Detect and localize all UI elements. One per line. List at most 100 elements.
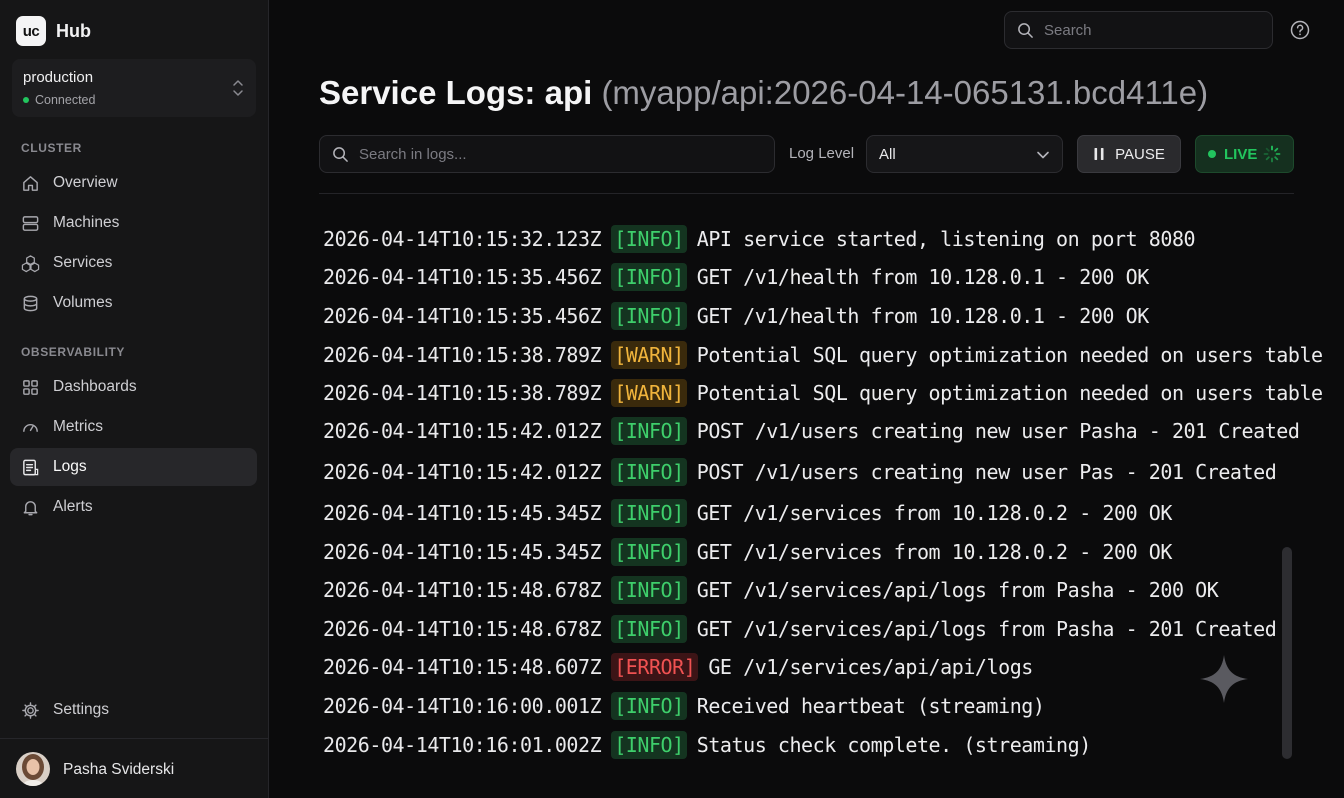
pause-icon (1094, 148, 1104, 160)
avatar (16, 752, 50, 786)
log-timestamp: 2026-04-14T10:15:45.345Z (323, 501, 602, 525)
log-level-label: Log Level (789, 145, 855, 162)
log-level-select[interactable]: All (866, 135, 1063, 173)
home-icon (23, 175, 38, 191)
user-menu[interactable]: Pasha Sviderski (0, 738, 269, 798)
section-label-observability: OBSERVABILITY (21, 345, 126, 359)
sidebar: uc Hub production Connected CLUSTER Over… (0, 0, 269, 798)
log-level-badge: [INFO] (611, 417, 687, 445)
log-level-badge: [INFO] (611, 458, 687, 486)
log-timestamp: 2026-04-14T10:16:01.002Z (323, 733, 602, 757)
log-line: 2026-04-14T10:15:38.789Z [WARN] Potential … (323, 339, 1323, 371)
sidebar-item-label: Settings (53, 701, 110, 718)
log-level-badge: [INFO] (611, 499, 687, 527)
sidebar-item-label: Machines (53, 214, 120, 231)
log-level-badge: [INFO] (611, 538, 687, 566)
log-timestamp: 2026-04-14T10:16:00.001Z (323, 694, 602, 718)
environment-name: production (23, 69, 94, 86)
log-line: 2026-04-14T10:15:32.123Z [INFO] API servic… (323, 223, 1196, 255)
divider (319, 193, 1294, 194)
log-message: GET /v1/health from 10.128.0.1 - 200 OK (696, 304, 1150, 328)
log-line: 2026-04-14T10:15:45.345Z [INFO] GET /v1/se… (323, 497, 1172, 529)
log-line: 2026-04-14T10:15:48.607Z [ERROR] GE /v1/se… (323, 651, 1033, 683)
section-label-cluster: CLUSTER (21, 141, 82, 155)
log-timestamp: 2026-04-14T10:15:35.456Z (323, 304, 602, 328)
chevron-up-down-icon (233, 80, 243, 96)
search-icon (1018, 22, 1033, 38)
live-label: LIVE (1224, 145, 1258, 163)
grid-icon (23, 379, 38, 395)
log-message: POST /v1/users creating new user Pasha -… (696, 419, 1300, 443)
live-dot-icon (1208, 150, 1216, 158)
log-level-badge: [ERROR] (611, 653, 699, 681)
global-search-input[interactable] (1044, 21, 1244, 39)
sidebar-item-metrics[interactable]: Metrics (10, 408, 257, 446)
services-icon (21, 254, 40, 272)
chevron-down-icon (1037, 151, 1049, 159)
app-name: Hub (56, 20, 91, 41)
sidebar-item-alerts[interactable]: Alerts (10, 488, 257, 526)
log-level-badge: [INFO] (611, 615, 687, 643)
log-level-badge: [INFO] (611, 302, 687, 330)
log-message: GET /v1/services from 10.128.0.2 - 200 O… (696, 540, 1173, 564)
log-timestamp: 2026-04-14T10:15:42.012Z (323, 460, 602, 484)
log-timestamp: 2026-04-14T10:15:35.456Z (323, 265, 602, 289)
sidebar-item-settings[interactable]: Settings (10, 691, 257, 729)
page-title: Service Logs: api (myapp/api:2026-04-14-… (319, 74, 1208, 112)
log-level-badge: [INFO] (611, 692, 687, 720)
log-message: POST /v1/users creating new user Pas - 2… (696, 460, 1277, 484)
sidebar-item-services[interactable]: Services (10, 244, 257, 282)
log-line: 2026-04-14T10:15:48.678Z [INFO] GET /v1/se… (323, 613, 1277, 645)
brand[interactable]: uc Hub (16, 16, 91, 46)
log-message: GET /v1/health from 10.128.0.1 - 200 OK (696, 265, 1150, 289)
search-icon (333, 146, 348, 162)
log-timestamp: 2026-04-14T10:15:38.789Z (323, 343, 602, 367)
spinner-icon (1263, 145, 1281, 163)
environment-switcher[interactable]: production Connected (12, 59, 256, 117)
bell-icon (23, 500, 38, 515)
log-timestamp: 2026-04-14T10:15:48.678Z (323, 617, 602, 641)
sidebar-item-label: Overview (53, 174, 118, 191)
sidebar-item-overview[interactable]: Overview (10, 164, 257, 202)
log-message: Potential SQL query optimization needed … (696, 381, 1323, 405)
log-line: 2026-04-14T10:15:48.678Z [INFO] GET /v1/se… (323, 574, 1219, 606)
log-timestamp: 2026-04-14T10:15:45.345Z (323, 540, 602, 564)
gauge-icon (23, 423, 38, 432)
log-line: 2026-04-14T10:15:42.012Z [INFO] POST /v1/u… (323, 456, 1277, 488)
log-search[interactable] (319, 135, 775, 173)
sidebar-item-label: Services (53, 254, 113, 271)
log-level-badge: [WARN] (611, 341, 687, 369)
log-scrollbar[interactable] (1282, 547, 1292, 759)
log-line: 2026-04-14T10:15:42.012Z [INFO] POST /v1/u… (323, 415, 1300, 447)
log-line: 2026-04-14T10:15:38.789Z [WARN] Potential … (323, 377, 1323, 409)
live-toggle[interactable]: LIVE (1195, 135, 1294, 173)
log-level-badge: [INFO] (611, 731, 687, 759)
database-icon (23, 295, 38, 311)
sidebar-item-label: Logs (53, 458, 87, 475)
log-level-value: All (879, 145, 896, 163)
sidebar-item-logs[interactable]: Logs (10, 448, 257, 486)
log-timestamp: 2026-04-14T10:15:32.123Z (323, 227, 602, 251)
log-level-badge: [WARN] (611, 379, 687, 407)
server-icon (22, 215, 39, 231)
log-line: 2026-04-14T10:15:45.345Z [INFO] GET /v1/se… (323, 536, 1172, 568)
help-icon[interactable] (1289, 19, 1311, 41)
sidebar-item-label: Alerts (53, 498, 93, 515)
log-search-input[interactable] (359, 145, 739, 163)
page-title-main: Service Logs: api (319, 74, 593, 111)
sidebar-item-volumes[interactable]: Volumes (10, 284, 257, 322)
log-message: Status check complete. (streaming) (696, 733, 1092, 757)
user-name: Pasha Sviderski (63, 761, 175, 778)
page-title-image-tag: (myapp/api:2026-04-14-065131.bcd411e) (601, 74, 1209, 111)
log-message: GE /v1/services/api/api/logs (708, 655, 1033, 679)
log-level-badge: [INFO] (611, 576, 687, 604)
log-line: 2026-04-14T10:15:35.456Z [INFO] GET /v1/he… (323, 261, 1149, 293)
status-dot-icon (23, 97, 29, 103)
pause-button[interactable]: PAUSE (1077, 135, 1181, 173)
sidebar-item-label: Metrics (53, 418, 103, 435)
log-message: Potential SQL query optimization needed … (696, 343, 1323, 367)
logs-icon (23, 459, 39, 475)
global-search[interactable] (1004, 11, 1273, 49)
sidebar-item-machines[interactable]: Machines (10, 204, 257, 242)
sidebar-item-dashboards[interactable]: Dashboards (10, 368, 257, 406)
